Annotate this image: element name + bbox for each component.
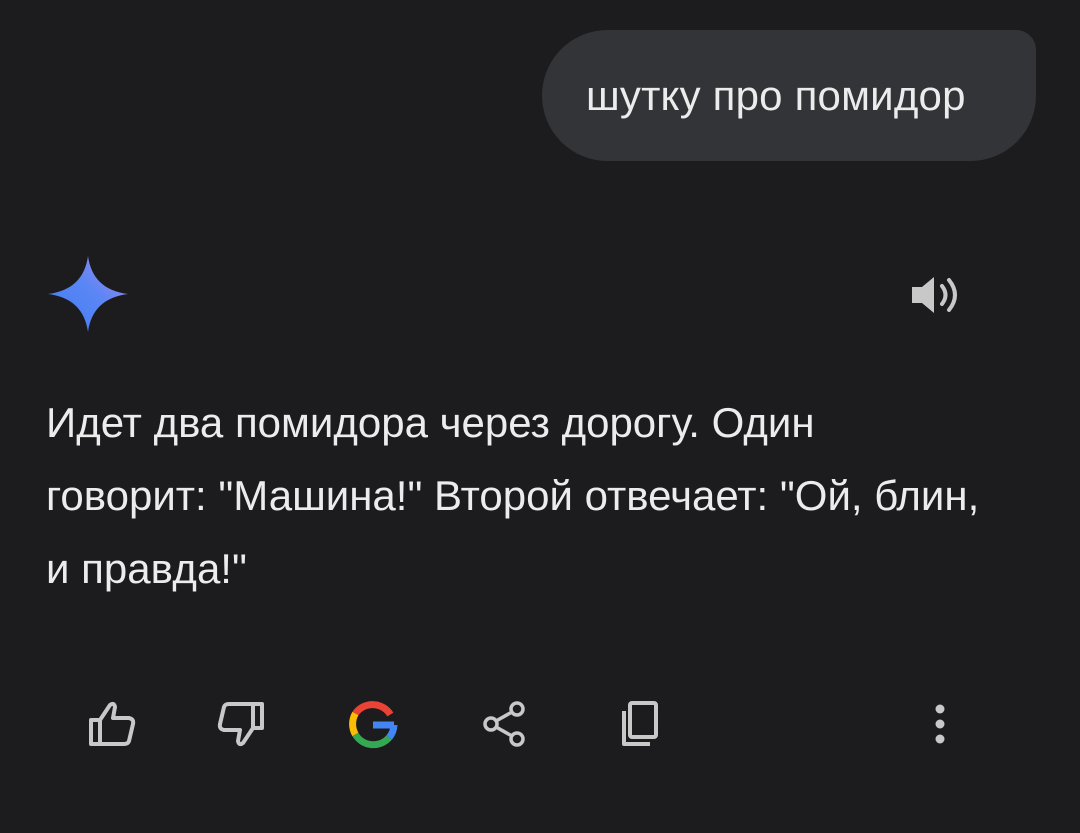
google-g-icon [349, 701, 398, 749]
thumbs-down-icon [217, 702, 264, 747]
assistant-response-text: Идет два помидора через дорогу. Один гов… [46, 399, 980, 592]
response-actions-bar [0, 690, 1080, 770]
thumbs-up-button[interactable] [81, 694, 141, 754]
user-message-text: шутку про помидор [586, 71, 966, 119]
more-options-button[interactable] [907, 694, 967, 754]
gemini-sparkle-icon [48, 256, 128, 332]
speaker-button[interactable] [906, 272, 964, 318]
user-message-bubble: шутку про помидор [542, 30, 1036, 161]
google-check-button[interactable] [343, 694, 403, 754]
copy-button[interactable] [609, 694, 669, 754]
more-vertical-icon [935, 704, 945, 744]
copy-icon [622, 701, 658, 746]
thumbs-up-icon [89, 701, 136, 746]
share-button[interactable] [474, 694, 534, 754]
speaker-icon [912, 277, 957, 313]
thumbs-down-button[interactable] [212, 694, 272, 754]
share-icon [483, 701, 525, 747]
